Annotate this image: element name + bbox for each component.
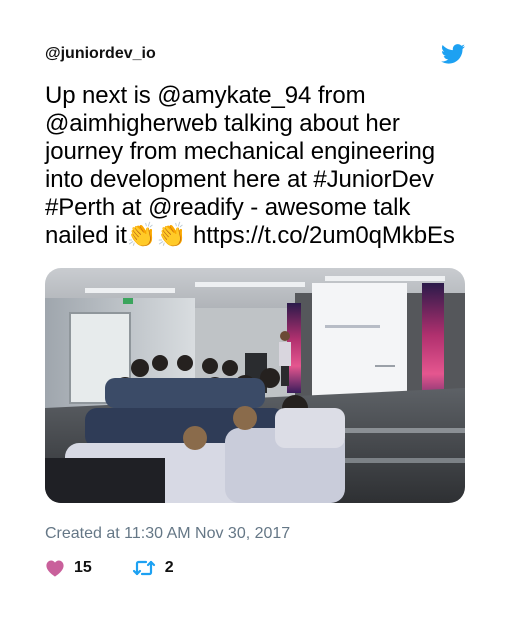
twitter-bird-icon[interactable] [441, 44, 465, 64]
retweet-count: 2 [164, 559, 174, 576]
tweet-timestamp: Created at 11:30 AM Nov 30, 2017 [45, 525, 291, 542]
heart-icon [45, 559, 65, 577]
retweet-button[interactable]: 2 [132, 559, 174, 577]
retweet-icon [132, 559, 156, 577]
tweet-actions: 15 2 [45, 559, 465, 577]
tweet-header: @juniordev_io [45, 40, 465, 68]
like-button[interactable]: 15 [45, 559, 92, 577]
tweet-photo[interactable] [45, 268, 465, 503]
user-handle[interactable]: @juniordev_io [45, 45, 156, 63]
tweet-text: Up next is @amykate_94 from @aimhigherwe… [45, 82, 455, 249]
like-count: 15 [74, 559, 92, 576]
tweet-card: @juniordev_io Up next is @amykate_94 fro… [45, 40, 465, 577]
